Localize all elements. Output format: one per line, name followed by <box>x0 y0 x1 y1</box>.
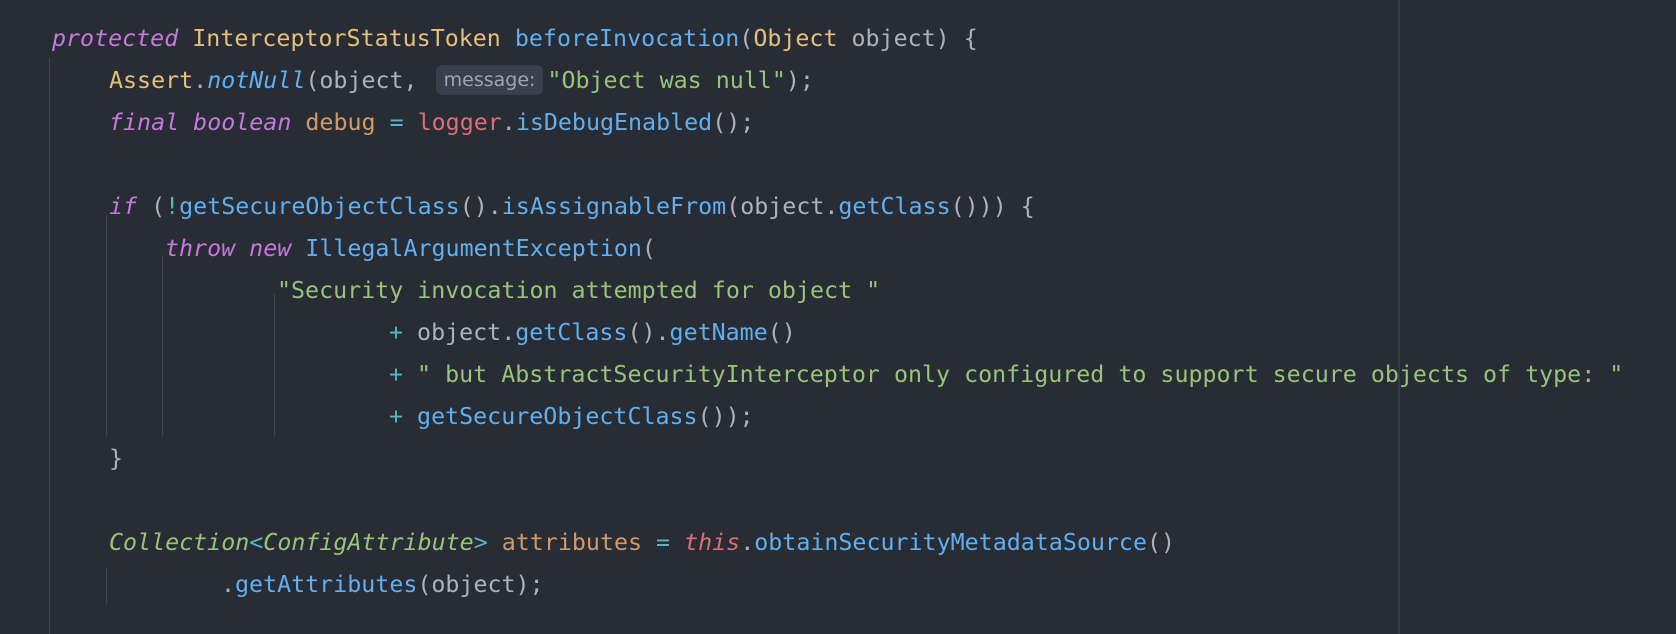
keyword-this: this <box>684 529 741 556</box>
code-line-6[interactable]: throw new IllegalArgumentException( <box>0 228 656 270</box>
statement-end: (object); <box>417 571 544 598</box>
code-line-3[interactable]: final boolean debug = logger.isDebugEnab… <box>0 102 754 144</box>
code-line-2[interactable]: Assert.notNull(object, message: "Object w… <box>0 60 814 102</box>
paren-open: ( <box>739 25 754 52</box>
class-assert: Assert <box>109 67 194 94</box>
string-literal: "Security invocation attempted for objec… <box>277 277 881 304</box>
method-notnull: notNull <box>207 67 306 94</box>
right-margin-guide <box>1398 0 1400 634</box>
closing-brace: } <box>109 445 124 472</box>
method-getsecureobjectclass: getSecureObjectClass <box>179 193 460 220</box>
dot: . <box>221 571 236 598</box>
string-literal: " but AbstractSecurityInterceptor only c… <box>403 361 1624 388</box>
statement-end: ); <box>785 67 814 94</box>
parameter-hint: message: <box>435 64 544 95</box>
code-editor[interactable]: protected InterceptorStatusToken beforeI… <box>0 0 1676 634</box>
operator-assign: = <box>656 529 671 556</box>
dot: . <box>193 67 208 94</box>
code-line-14[interactable]: .getAttributes(object); <box>0 564 544 606</box>
field-logger: logger <box>417 109 502 136</box>
param-name: object) { <box>837 25 978 52</box>
call-dot: (). <box>459 193 502 220</box>
call-end: () <box>1146 529 1176 556</box>
method-isassignablefrom: isAssignableFrom <box>501 193 727 220</box>
object-ref: object. <box>403 319 516 346</box>
keyword-throw: throw <box>165 235 236 262</box>
code-line-13[interactable]: Collection<ConfigAttribute> attributes =… <box>0 522 1175 564</box>
statement-end: ()); <box>697 403 754 430</box>
type-configattribute: ConfigAttribute <box>263 529 474 556</box>
string-literal: "Object was null" <box>547 67 786 94</box>
condition-end: ())) { <box>950 193 1035 220</box>
class-illegalargumentexception: IllegalArgumentException <box>305 235 642 262</box>
type-collection: Collection <box>109 529 250 556</box>
statement-end: (); <box>712 109 755 136</box>
keyword-boolean: boolean <box>193 109 292 136</box>
code-line-1[interactable]: protected InterceptorStatusToken beforeI… <box>0 18 978 60</box>
operator-assign: = <box>389 109 404 136</box>
method-name: beforeInvocation <box>514 25 740 52</box>
return-type: InterceptorStatusToken <box>192 25 501 52</box>
operator-plus: + <box>389 361 404 388</box>
method-getclass: getClass <box>838 193 951 220</box>
call-dot: (). <box>627 319 670 346</box>
method-isdebugenabled: isDebugEnabled <box>515 109 713 136</box>
call-end: () <box>767 319 796 346</box>
method-getattributes: getAttributes <box>235 571 418 598</box>
paren-open: ( <box>137 193 166 220</box>
keyword-new: new <box>249 235 292 262</box>
operator-plus: + <box>389 403 404 430</box>
param-type: Object <box>753 25 838 52</box>
generic-open: < <box>249 529 264 556</box>
code-line-11[interactable]: } <box>0 438 123 480</box>
generic-close: > <box>473 529 488 556</box>
method-getclass: getClass <box>515 319 628 346</box>
code-line-9[interactable]: + " but AbstractSecurityInterceptor only… <box>0 354 1623 396</box>
variable-debug: debug <box>305 109 376 136</box>
keyword-final: final <box>109 109 180 136</box>
method-getsecureobjectclass: getSecureObjectClass <box>403 403 698 430</box>
method-obtainsecuritymetadatasource: obtainSecurityMetadataSource <box>754 529 1147 556</box>
dot: . <box>740 529 755 556</box>
args: (object, <box>305 67 418 94</box>
code-line-5[interactable]: if (!getSecureObjectClass().isAssignable… <box>0 186 1035 228</box>
arg-object: (object. <box>726 193 839 220</box>
code-line-7[interactable]: "Security invocation attempted for objec… <box>0 270 880 312</box>
method-getname: getName <box>669 319 768 346</box>
operator-plus: + <box>389 319 404 346</box>
variable-attributes: attributes <box>501 529 643 556</box>
paren-open: ( <box>641 235 656 262</box>
code-line-8[interactable]: + object.getClass().getName() <box>0 312 796 354</box>
dot: . <box>501 109 516 136</box>
keyword-protected: protected <box>52 25 179 52</box>
operator-not: ! <box>165 193 180 220</box>
code-line-10[interactable]: + getSecureObjectClass()); <box>0 396 754 438</box>
keyword-if: if <box>109 193 138 220</box>
